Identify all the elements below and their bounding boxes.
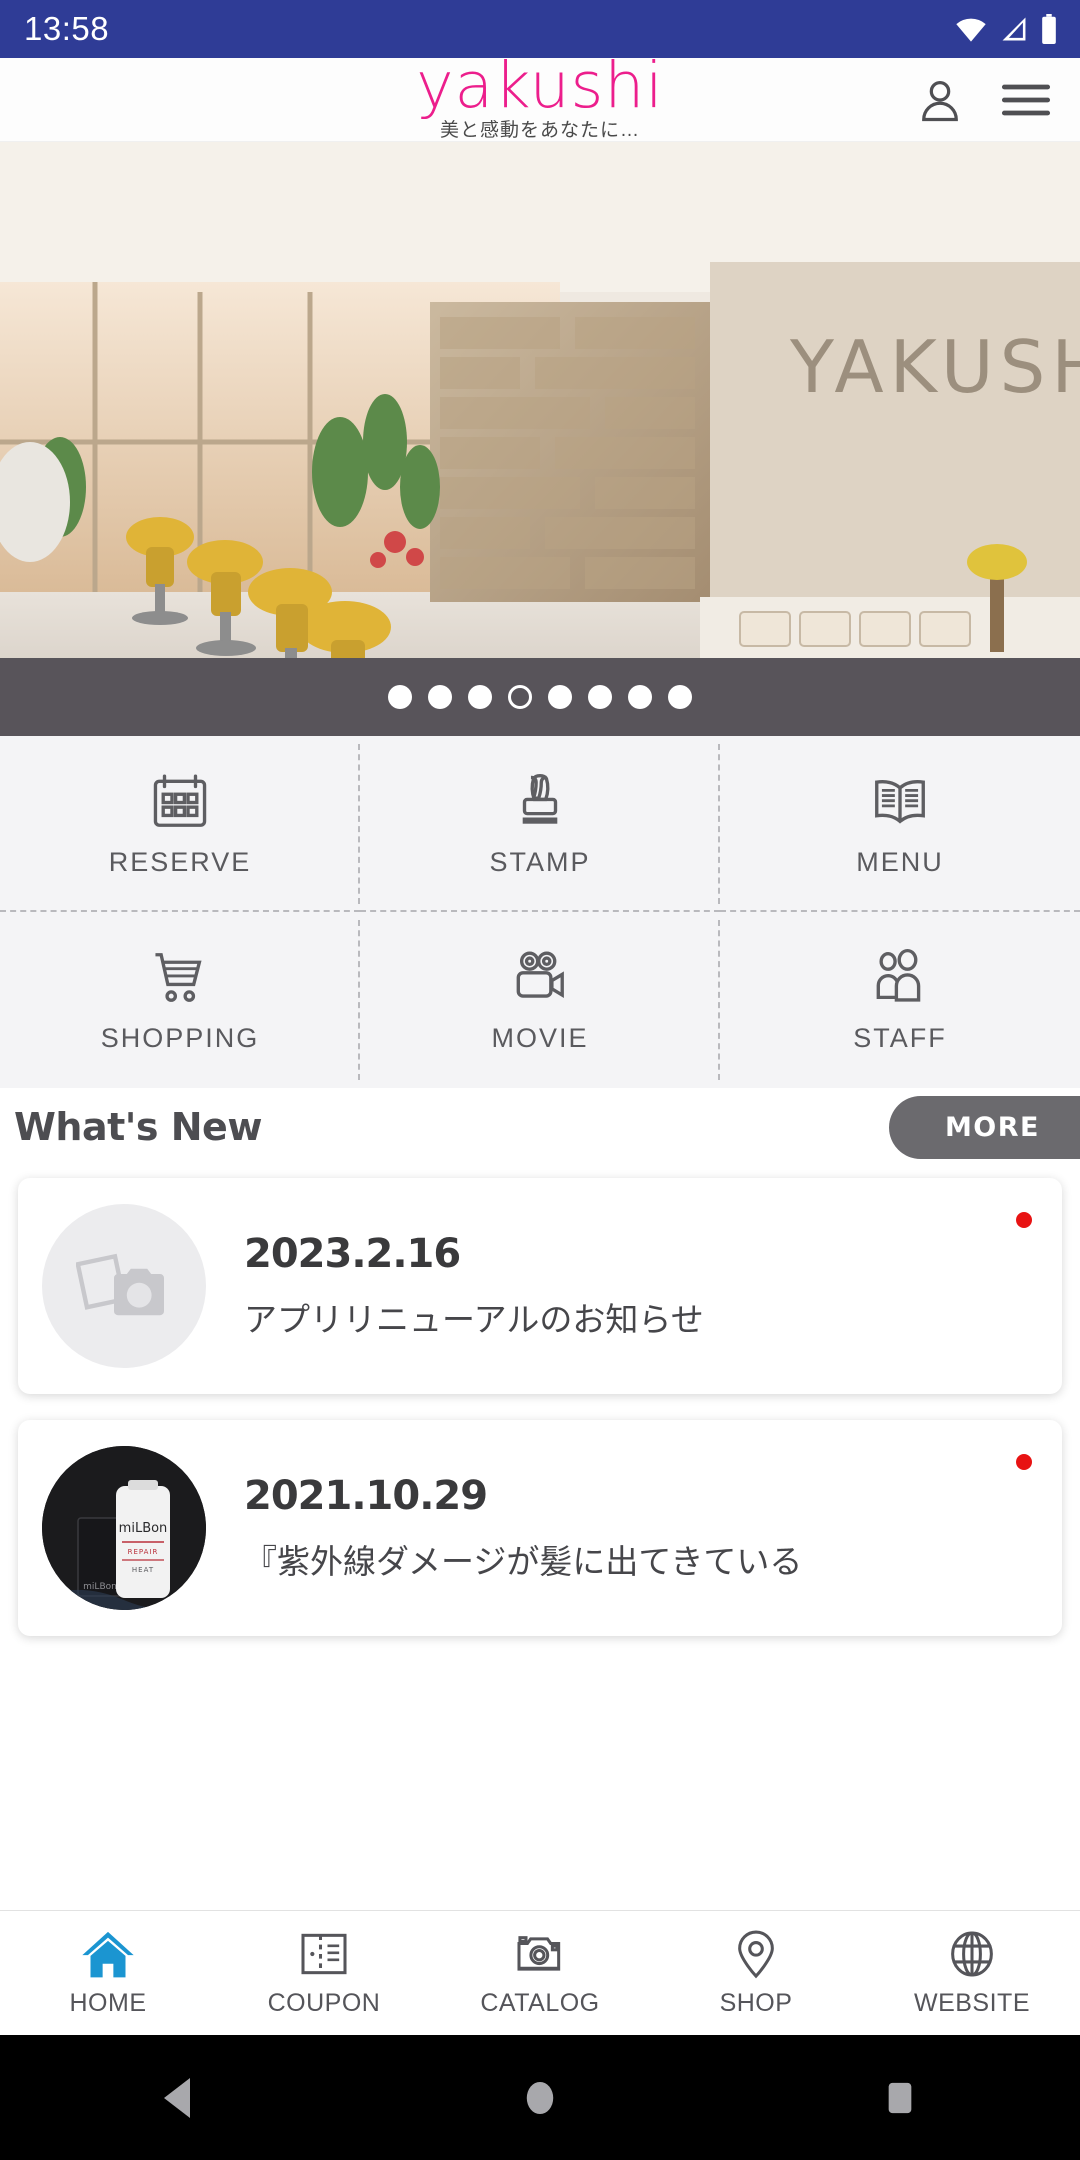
news-unread-badge: [1016, 1212, 1032, 1228]
carousel-dot[interactable]: [468, 685, 492, 709]
coupon-icon: [301, 1933, 347, 1975]
svg-text:YAKUSH: YAKUSH: [789, 325, 1080, 409]
news-unread-badge: [1016, 1454, 1032, 1470]
news-thumbnail: [42, 1204, 206, 1368]
carousel-dot[interactable]: [428, 685, 452, 709]
grid-item-label: STAMP: [489, 846, 591, 877]
grid-item-staff[interactable]: STAFF: [720, 912, 1080, 1088]
grid-item-reserve[interactable]: RESERVE: [0, 736, 360, 912]
news-section-title: What's New: [14, 1105, 262, 1149]
signal-icon: [1002, 17, 1026, 41]
milbon-product-photo: miLBon miLBon REPAIR HEAT: [42, 1446, 206, 1610]
news-card-text: アプリリニューアルのお知らせ: [244, 1301, 704, 1339]
news-card-body: 2023.2.16 アプリリニューアルのお知らせ: [244, 1231, 704, 1340]
svg-text:REPAIR: REPAIR: [128, 1548, 159, 1556]
news-card-date: 2021.10.29: [244, 1473, 488, 1520]
grid-item-label: RESERVE: [108, 846, 252, 877]
news-card[interactable]: 2023.2.16 アプリリニューアルのお知らせ: [18, 1178, 1062, 1394]
open-book-icon: [869, 771, 931, 833]
tab-label: SHOP: [719, 1989, 793, 2017]
hero-carousel[interactable]: YAKUSH: [0, 142, 1080, 736]
account-button[interactable]: [912, 72, 968, 128]
battery-icon: [1042, 14, 1056, 44]
hero-image: YAKUSH: [0, 142, 1080, 736]
carousel-dot[interactable]: [668, 685, 692, 709]
app-header: yakushi 美と感動をあなたに…: [0, 48, 1080, 143]
tab-label: CATALOG: [480, 1989, 600, 2017]
carousel-dots[interactable]: [0, 658, 1080, 736]
android-recents-button[interactable]: [840, 2035, 960, 2160]
tab-catalog[interactable]: CATALOG: [432, 1928, 648, 2018]
svg-text:miLBon: miLBon: [119, 1521, 168, 1536]
android-navigation-bar: [0, 2035, 1080, 2160]
news-header: What's New MORE: [0, 1088, 1080, 1166]
carousel-dot[interactable]: [588, 685, 612, 709]
person-icon: [922, 80, 958, 121]
android-home-button[interactable]: [480, 2035, 600, 2160]
grid-item-menu[interactable]: MENU: [720, 736, 1080, 912]
news-list: 2023.2.16 アプリリニューアルのお知らせ miLBon miLBon R…: [0, 1166, 1080, 1636]
grid-item-stamp[interactable]: STAMP: [360, 736, 720, 912]
photo-placeholder-icon: [76, 1253, 164, 1316]
news-thumbnail: miLBon miLBon REPAIR HEAT: [42, 1446, 206, 1610]
menu-button[interactable]: [998, 72, 1054, 128]
logo-tagline: 美と感動をあなたに…: [439, 120, 640, 142]
grid-item-label: STAFF: [853, 1022, 947, 1053]
tab-website[interactable]: WEBSITE: [864, 1928, 1080, 2018]
news-card-text: 『紫外線ダメージが髪に出てきている: [244, 1543, 803, 1581]
carousel-dot-active[interactable]: [508, 685, 532, 709]
news-more-button[interactable]: MORE: [888, 1095, 1080, 1159]
calendar-icon: [149, 771, 211, 833]
recents-square-icon: [888, 2082, 912, 2113]
grid-item-label: MOVIE: [491, 1022, 589, 1053]
camera-icon: [517, 1936, 561, 1971]
news-card-body: 2021.10.29 『紫外線ダメージが髪に出てきている: [244, 1473, 802, 1582]
status-bar-icons: [954, 14, 1058, 44]
tab-label: COUPON: [267, 1989, 381, 2017]
carousel-dot[interactable]: [628, 685, 652, 709]
home-icon: [82, 1931, 134, 1978]
stamp-icon: [509, 771, 571, 833]
header-actions: [912, 72, 1054, 128]
grid-item-movie[interactable]: MOVIE: [360, 912, 720, 1088]
news-card[interactable]: miLBon miLBon REPAIR HEAT 2021.10.29 『紫外…: [18, 1420, 1062, 1636]
wifi-icon: [956, 18, 986, 42]
android-back-button[interactable]: [120, 2035, 240, 2160]
grid-item-shopping[interactable]: SHOPPING: [0, 912, 360, 1088]
bottom-tab-bar: HOME COUPON CATALOG SHOP WEBSITE: [0, 1910, 1080, 2035]
video-camera-icon: [509, 947, 571, 1009]
app-logo[interactable]: yakushi 美と感動をあなたに…: [416, 48, 664, 143]
news-card-date: 2023.2.16: [244, 1231, 461, 1278]
svg-text:HEAT: HEAT: [132, 1566, 154, 1574]
carousel-dot[interactable]: [548, 685, 572, 709]
grid-item-label: MENU: [856, 846, 944, 877]
grid-menu: RESERVE STAMP MENU SHOPPING MOVIE STAFF: [0, 736, 1080, 1088]
logo-text: yakushi: [416, 48, 664, 122]
people-icon: [869, 947, 931, 1009]
back-triangle-icon: [164, 2077, 190, 2118]
home-circle-icon: [526, 2081, 554, 2114]
tab-coupon[interactable]: COUPON: [216, 1928, 432, 2018]
hamburger-menu-icon: [1001, 84, 1051, 115]
status-bar-time: 13:58: [24, 10, 110, 47]
grid-item-label: SHOPPING: [100, 1022, 260, 1053]
tab-shop[interactable]: SHOP: [648, 1928, 864, 2018]
globe-icon: [951, 1931, 993, 1977]
carousel-dot[interactable]: [388, 685, 412, 709]
shopping-cart-icon: [149, 947, 211, 1009]
tab-label: WEBSITE: [913, 1989, 1030, 2017]
tab-label: HOME: [69, 1989, 147, 2017]
tab-home[interactable]: HOME: [0, 1928, 216, 2018]
map-pin-icon: [738, 1930, 774, 1979]
